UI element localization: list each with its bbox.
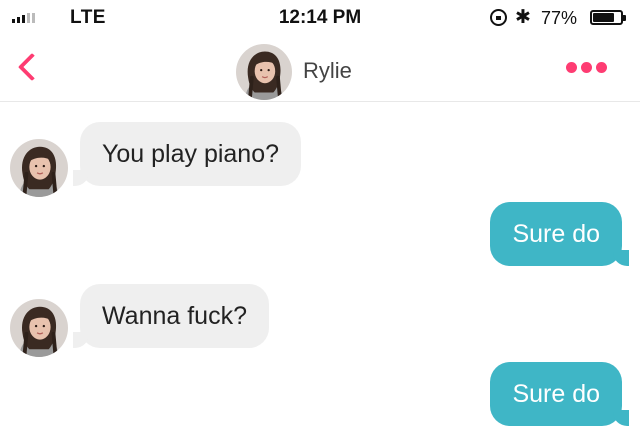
battery-fill [593, 13, 614, 22]
message-bubble-outgoing[interactable]: Sure do [490, 202, 629, 266]
back-button[interactable] [14, 50, 44, 86]
battery-percent: 77% [541, 8, 578, 28]
bluetooth-icon: ✱ [515, 7, 531, 28]
more-dots-icon [566, 62, 577, 73]
message-text: You play piano? [102, 140, 280, 168]
contact-name[interactable]: Rylie [303, 58, 352, 84]
status-bar: LTE 12:14 PM ✱ 77% [0, 0, 640, 36]
chat-header: Rylie [0, 36, 640, 102]
message-bubble-incoming[interactable]: You play piano? [72, 122, 302, 186]
battery-icon [590, 10, 626, 25]
message-avatar[interactable] [10, 139, 68, 197]
message-text: Sure do [512, 380, 600, 408]
message-bubble-outgoing[interactable]: Sure do [490, 362, 629, 426]
message-bubble-incoming[interactable]: Wanna fuck? [73, 284, 269, 348]
message-text: Wanna fuck? [102, 302, 247, 330]
contact-avatar[interactable] [236, 44, 292, 100]
orientation-lock-icon [490, 9, 507, 26]
message-avatar[interactable] [10, 299, 68, 357]
message-text: Sure do [512, 220, 600, 248]
more-button[interactable] [566, 62, 607, 73]
battery-tip [623, 15, 626, 21]
